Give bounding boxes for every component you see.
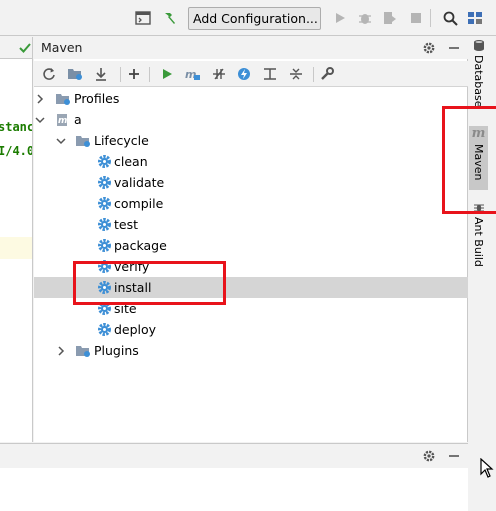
- phase-label: validate: [114, 175, 165, 190]
- gear-icon: [96, 238, 112, 254]
- bottom-tool-window: [0, 443, 468, 511]
- search-icon[interactable]: [440, 8, 460, 28]
- lifecycle-phase-test[interactable]: test: [34, 214, 468, 235]
- add-maven-project-icon[interactable]: [124, 64, 144, 84]
- annotation-highlight-maven-tab: [442, 106, 496, 214]
- lifecycle-folder-icon: [75, 133, 91, 149]
- gear-icon: [96, 175, 112, 191]
- maven-panel-title: Maven: [41, 40, 83, 55]
- phase-label: compile: [114, 196, 164, 211]
- profiles-folder-icon: [55, 91, 71, 107]
- chevron-right-icon[interactable]: [55, 345, 67, 357]
- execute-maven-goal-icon[interactable]: m: [183, 64, 203, 84]
- tree-node-label: a: [74, 112, 82, 127]
- run-configuration-label: Add Configuration...: [193, 11, 318, 26]
- lifecycle-phase-validate[interactable]: validate: [34, 172, 468, 193]
- reimport-icon[interactable]: [39, 64, 59, 84]
- database-tab-label: Database: [472, 55, 485, 108]
- chevron-down-icon[interactable]: [34, 114, 46, 126]
- tree-node-project[interactable]: m a: [34, 109, 468, 130]
- toggle-skip-tests-icon[interactable]: [234, 64, 254, 84]
- mouse-cursor-icon: [480, 458, 494, 478]
- run-maven-build-icon[interactable]: [157, 64, 177, 84]
- database-icon: [473, 40, 484, 51]
- debug-icon[interactable]: [355, 8, 375, 28]
- run-with-coverage-icon[interactable]: [380, 8, 400, 28]
- download-sources-icon[interactable]: [91, 64, 111, 84]
- current-line-highlight: [0, 237, 32, 259]
- tree-node-plugins[interactable]: Plugins: [34, 340, 468, 361]
- gear-icon: [96, 154, 112, 170]
- run-icon[interactable]: [330, 8, 350, 28]
- tree-node-label: Profiles: [74, 91, 120, 106]
- run-configuration-dropdown[interactable]: Add Configuration...: [188, 7, 321, 30]
- svg-text:m: m: [58, 116, 67, 126]
- lifecycle-phase-package[interactable]: package: [34, 235, 468, 256]
- code-line: stanc: [0, 120, 33, 134]
- database-tool-tab[interactable]: Database: [469, 39, 488, 109]
- phase-label: deploy: [114, 322, 157, 337]
- settings-gear-icon[interactable]: [420, 447, 438, 465]
- chevron-right-icon[interactable]: [34, 93, 46, 105]
- show-dependencies-icon[interactable]: [260, 64, 280, 84]
- settings-gear-icon[interactable]: [420, 39, 438, 57]
- tree-node-lifecycle[interactable]: Lifecycle: [34, 130, 468, 151]
- annotation-highlight-install: [73, 261, 226, 305]
- ant-build-tab-label: Ant Build: [472, 217, 485, 267]
- lifecycle-phase-compile[interactable]: compile: [34, 193, 468, 214]
- phase-label: package: [114, 238, 167, 253]
- tree-node-label: Plugins: [94, 343, 139, 358]
- phase-label: clean: [114, 154, 148, 169]
- gear-icon: [96, 217, 112, 233]
- gear-icon: [96, 196, 112, 212]
- maven-project-icon: m: [55, 112, 71, 128]
- build-hammer-icon[interactable]: [160, 8, 180, 28]
- terminal-icon[interactable]: [133, 8, 153, 28]
- minimize-icon[interactable]: [445, 39, 463, 57]
- editor-area[interactable]: stanc I/4.0: [0, 37, 33, 442]
- editor-tab-bar: [0, 37, 32, 59]
- lifecycle-phase-clean[interactable]: clean: [34, 151, 468, 172]
- maven-settings-wrench-icon[interactable]: [317, 64, 337, 84]
- maven-toolbar: m: [34, 61, 468, 87]
- toolbar-separator: [120, 67, 121, 82]
- check-icon: [19, 43, 31, 53]
- chevron-down-icon[interactable]: [55, 135, 67, 147]
- stop-icon[interactable]: [406, 8, 426, 28]
- toolbar-separator: [430, 9, 431, 27]
- lifecycle-phase-deploy[interactable]: deploy: [34, 319, 468, 340]
- code-line: I/4.0: [0, 144, 33, 158]
- phase-label: test: [114, 217, 139, 232]
- tree-node-label: Lifecycle: [94, 133, 149, 148]
- toolbar-separator: [149, 67, 150, 82]
- maven-panel-header: Maven: [34, 37, 468, 59]
- main-toolbar: Add Configuration...: [0, 0, 496, 36]
- maven-tool-window: Maven m Profiles m a Lifecycle clean val…: [34, 37, 468, 442]
- project-structure-icon[interactable]: [465, 8, 485, 28]
- bottom-panel-header: [0, 444, 468, 468]
- plugins-folder-icon: [75, 343, 91, 359]
- generate-sources-icon[interactable]: [65, 64, 85, 84]
- toolbar-separator: [313, 67, 314, 82]
- tree-node-profiles[interactable]: Profiles: [34, 88, 468, 109]
- toggle-offline-mode-icon[interactable]: [209, 64, 229, 84]
- gear-icon: [96, 322, 112, 338]
- minimize-icon[interactable]: [445, 447, 463, 465]
- collapse-all-icon[interactable]: [286, 64, 306, 84]
